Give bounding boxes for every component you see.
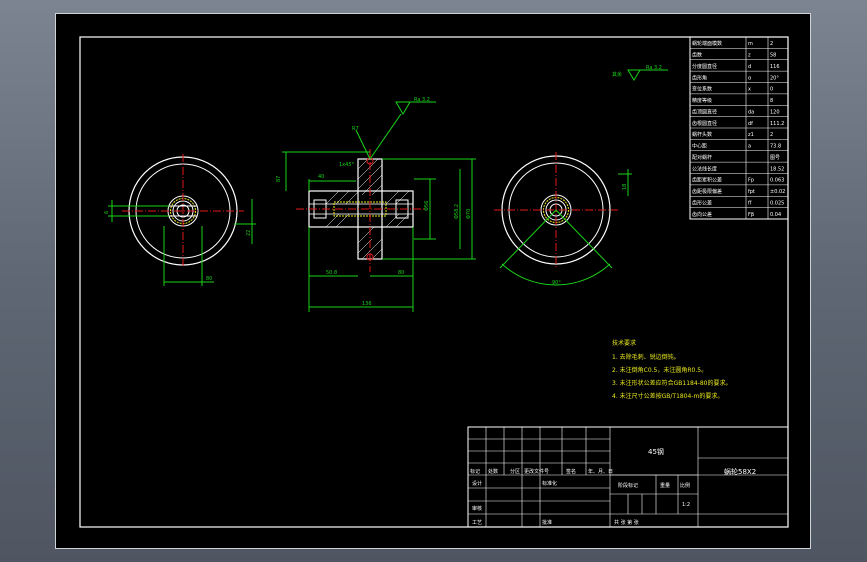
spec-cell: 58	[770, 53, 776, 59]
dim-dia1: Φ70	[466, 209, 472, 219]
spec-cell: 蜗杆头数	[692, 131, 712, 138]
roughness-other: 其余 Ra 3.2	[612, 65, 668, 81]
spec-cell: 齿距极限偏差	[692, 188, 722, 195]
spec-cell: 2	[770, 41, 773, 47]
spec-cell: α	[748, 75, 752, 81]
spec-cell: 图号	[770, 155, 780, 161]
dim-small: 40	[318, 174, 324, 180]
dim-flange: 87	[276, 176, 282, 182]
tb-process: 工艺	[472, 520, 482, 526]
dim-left-c: 80	[206, 276, 212, 282]
tb-h2: 分区	[510, 468, 520, 475]
dim-right-a: 18	[622, 184, 628, 190]
tb-sheet: 共 张 第 张	[614, 519, 639, 526]
spec-cell: ±0.02	[770, 189, 785, 195]
spec-cell: 齿距累积公差	[692, 177, 722, 184]
spec-cell: 中心距	[692, 143, 707, 150]
spec-cell: x	[748, 87, 751, 93]
spec-cell: Fβ	[748, 212, 754, 218]
tb-standard: 标准化	[542, 480, 557, 487]
tb-weight: 重量	[660, 482, 670, 489]
tech-title: 技术要求	[612, 339, 636, 347]
spec-table: 蜗轮端面模数 m 2 齿数 z 58 分度圆直径 d 116 齿形角 α 20° 变位系数 x 0 精度等级 8…	[689, 36, 789, 220]
tech-requirements: 技术要求 1. 去除毛刺、锐边倒钝。 2. 未注倒角C0.5，未注圆角R0.5。…	[612, 339, 731, 400]
tb-h4: 签名	[566, 468, 576, 475]
tech-item-1: 1. 去除毛刺、锐边倒钝。	[612, 353, 680, 361]
dim-len3: 136	[362, 301, 372, 307]
spec-cell: 73.8	[770, 144, 781, 150]
tb-check: 审核	[472, 505, 482, 512]
spec-cell: 18.52	[770, 166, 784, 172]
spec-cell: 精度等级	[692, 97, 712, 104]
dim-len1: 50.8	[326, 270, 337, 276]
spec-cell: 齿数	[692, 52, 702, 59]
tech-item-3: 3. 未注形状公差应符合GB1184-80的要求。	[612, 379, 731, 387]
dim-left-a: 6	[104, 211, 110, 214]
spec-cell: 120	[770, 109, 780, 115]
spec-cell: 0.025	[770, 200, 784, 206]
spec-cell: 0	[770, 87, 773, 93]
roughness-main: Ra 3.2	[414, 97, 430, 103]
spec-cell: 齿形角	[692, 74, 707, 81]
tb-h1: 处数	[488, 468, 498, 475]
spec-cell: 蜗轮端面模数	[692, 40, 722, 47]
spec-cell: df	[748, 121, 753, 127]
spec-cell: m	[748, 41, 753, 47]
cad-viewport[interactable]: 6 22 80 87 40 1x45° Φ70 Φ58.2 Φ56 50.8 8…	[55, 13, 811, 549]
dim-angle: 90°	[552, 280, 561, 286]
spec-cell: 分度圆直径	[692, 63, 717, 70]
spec-cell: d	[748, 64, 751, 70]
tb-stage: 阶段标记	[618, 482, 638, 489]
tb-drawing-name: 蜗轮58X2	[724, 467, 756, 476]
spec-cell: 齿顶圆直径	[692, 108, 717, 115]
tb-scale: 1:2	[682, 502, 690, 508]
spec-cell: 齿根圆直径	[692, 120, 717, 127]
dim-dia3: Φ56	[424, 201, 430, 211]
spec-cell: 配对蜗杆	[692, 154, 712, 161]
spec-cell: 变位系数	[692, 86, 712, 93]
title-block: 标记 处数 分区 更改文件号 签名 年、月、日 设计 标准化 审核 工艺 批准 …	[467, 426, 789, 528]
spec-cell: 齿向公差	[692, 211, 712, 218]
tb-scale-label: 比例	[680, 482, 690, 489]
spec-cell: ff	[748, 200, 752, 206]
spec-cell: 0.04	[770, 212, 781, 218]
roughness-top: Ra 3.2	[646, 65, 662, 71]
spec-cell: 0.063	[770, 178, 784, 184]
tb-design: 设计	[472, 480, 482, 487]
tb-h5: 年、月、日	[588, 468, 613, 475]
tech-item-2: 2. 未注倒角C0.5，未注圆角R0.5。	[612, 366, 707, 374]
dim-len2: 80	[398, 270, 404, 276]
spec-cell: a	[748, 144, 751, 150]
spec-cell: 8	[770, 98, 773, 104]
svg-text:其余: 其余	[612, 71, 622, 78]
spec-cell: z	[748, 53, 751, 59]
dim-chamfer: R7	[352, 126, 359, 132]
tb-h0: 标记	[470, 468, 480, 475]
section-view: 87 40 1x45° Φ70 Φ58.2 Φ56 50.8 80 136 Ra…	[276, 97, 476, 312]
spec-cell: 116	[770, 64, 780, 70]
dim-dia2: Φ58.2	[454, 204, 460, 219]
dim-taper: 1x45°	[339, 162, 355, 168]
tb-h3: 更改文件号	[524, 468, 549, 475]
spec-cell: 20°	[770, 75, 779, 81]
drawing-canvas: 6 22 80 87 40 1x45° Φ70 Φ58.2 Φ56 50.8 8…	[79, 36, 789, 528]
spec-cell: fpt	[748, 189, 755, 195]
spec-cell: 公法线长度	[692, 165, 717, 172]
left-view: 6 22 80	[104, 154, 256, 286]
spec-cell: 111.2	[770, 121, 784, 127]
dim-left-b: 22	[246, 230, 252, 236]
right-view: 90° 18	[494, 152, 632, 286]
tb-material: 45钢	[648, 447, 664, 456]
spec-cell: Fp	[748, 178, 754, 184]
spec-cell: 2	[770, 132, 773, 138]
spec-cell: 齿形公差	[692, 199, 712, 206]
spec-cell: da	[748, 109, 754, 115]
spec-cell: z1	[748, 132, 754, 138]
tb-approve: 批准	[542, 519, 552, 526]
tech-item-4: 4. 未注尺寸公差按GB/T1804-m的要求。	[612, 392, 723, 400]
